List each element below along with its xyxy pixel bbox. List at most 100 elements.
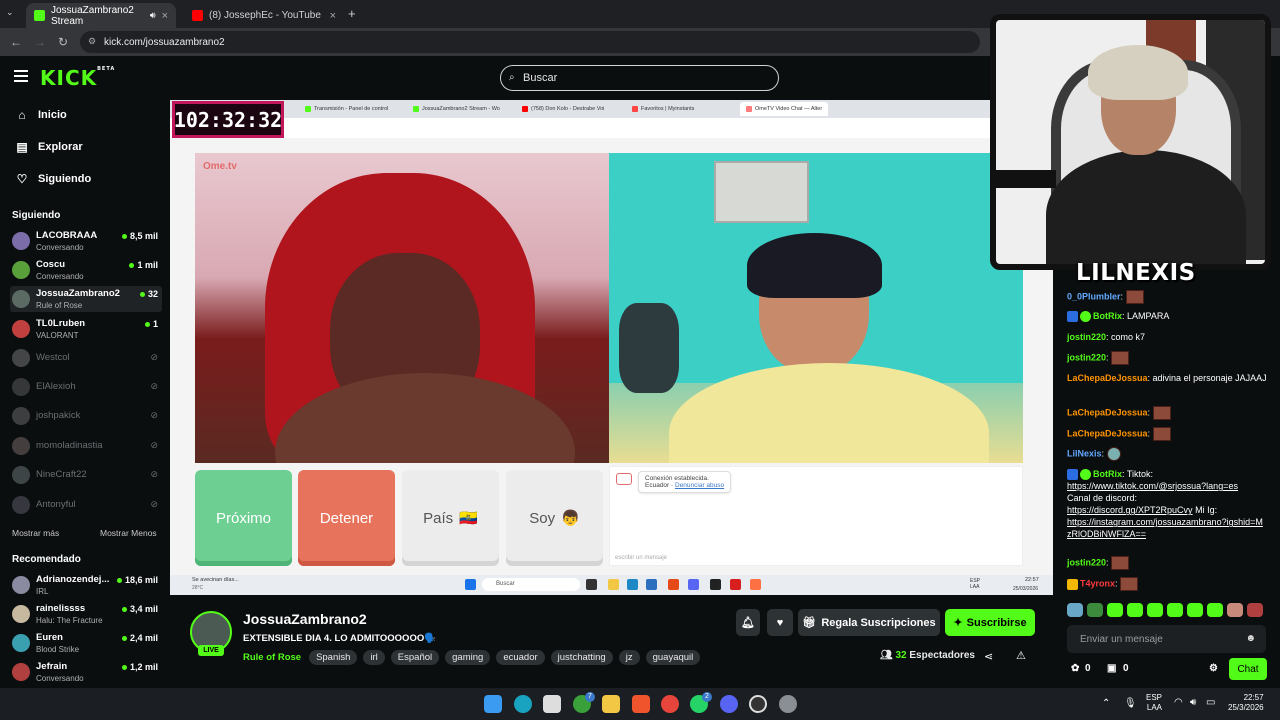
language-indicator[interactable]: ESP LAA xyxy=(1146,693,1162,713)
notifications-button[interactable]: 🔔︎ xyxy=(736,609,760,636)
close-tab-icon[interactable]: × xyxy=(162,10,168,22)
country-button[interactable]: País 🇪🇨 xyxy=(402,470,499,566)
tag-chip[interactable]: Español xyxy=(390,650,440,665)
sidebar-channel-offline[interactable]: momoladinastia ⊘ xyxy=(10,433,162,459)
tag-chip[interactable]: irl xyxy=(363,650,385,665)
emote-icon[interactable] xyxy=(1187,603,1203,617)
chrome-icon[interactable] xyxy=(661,695,679,713)
sidebar-channel-offline[interactable]: ElAlexioh ⊘ xyxy=(10,374,162,400)
emote-icon[interactable] xyxy=(1207,603,1223,617)
discord-link[interactable]: https://discord.gg/XPT2RpuCvy xyxy=(1067,505,1193,515)
new-tab-button[interactable]: + xyxy=(348,6,356,21)
nav-home[interactable]: ⌂ Inicio xyxy=(16,108,66,122)
kick-logo[interactable]: KICKBETA xyxy=(40,66,115,90)
sidebar-channel[interactable]: TL0Lruben VALORANT 1 xyxy=(10,316,162,342)
emote-icon[interactable] xyxy=(1247,603,1263,617)
close-tab-icon[interactable]: × xyxy=(330,10,336,22)
brave-icon[interactable] xyxy=(632,695,650,713)
chat-username[interactable]: LaChepaDeJossua xyxy=(1067,373,1148,383)
emote-icon[interactable] xyxy=(1087,603,1103,617)
clock[interactable]: 22:57 25/3/2026 xyxy=(1228,693,1264,713)
address-bar[interactable]: ⚙ kick.com/jossuazambrano2 xyxy=(80,31,980,53)
emote-icon[interactable] xyxy=(1147,603,1163,617)
forward-icon[interactable]: → xyxy=(34,35,46,49)
instagram-link[interactable]: https://instagram.com/jossuazambrano?igs… xyxy=(1067,517,1263,539)
reload-icon[interactable]: ↻ xyxy=(58,35,68,49)
chat-username[interactable]: T4yronx xyxy=(1080,578,1115,588)
nav-explore[interactable]: ▤ Explorar xyxy=(16,140,82,154)
share-icon[interactable]: ⋖ xyxy=(984,650,993,663)
stream-player[interactable]: Transmisión - Panel de control JossuaZam… xyxy=(170,100,1053,595)
store-icon[interactable] xyxy=(543,695,561,713)
emote-icon[interactable] xyxy=(1107,603,1123,617)
chat-username[interactable]: BotRix xyxy=(1093,469,1122,479)
sidebar-channel-offline[interactable]: joshpakick ⊘ xyxy=(10,403,162,429)
chat-input[interactable]: Enviar un mensaje ☻ xyxy=(1067,625,1266,653)
browser-tab-youtube[interactable]: (8) JossephEc - YouTube × xyxy=(184,3,344,28)
nav-following[interactable]: ♡ Siguiendo xyxy=(16,172,92,186)
ometv-message-input[interactable]: escribir un mensaje xyxy=(615,555,667,561)
file-explorer-icon[interactable] xyxy=(602,695,620,713)
edge-icon[interactable] xyxy=(514,695,532,713)
back-icon[interactable]: ← xyxy=(10,35,22,49)
chat-username[interactable]: LaChepaDeJossua xyxy=(1067,407,1148,417)
chat-username[interactable]: jostin220 xyxy=(1067,557,1106,567)
kicks-icon[interactable]: ✿ xyxy=(1071,663,1079,674)
stop-button[interactable]: Detener xyxy=(298,470,395,566)
report-abuse-link[interactable]: Denunciar abuso xyxy=(675,482,724,489)
send-chat-button[interactable]: Chat xyxy=(1229,658,1267,680)
subscribe-button[interactable]: ✦ Suscribirse xyxy=(945,609,1035,636)
emoji-picker-icon[interactable]: ☻ xyxy=(1245,633,1256,644)
tab-list-menu-icon[interactable]: ⌄ xyxy=(6,7,14,18)
emote-icon[interactable] xyxy=(1067,603,1083,617)
gift-subs-button[interactable]: 🎁︎ Regala Suscripciones xyxy=(798,609,940,636)
browser-tab-kick[interactable]: JossuaZambrano2 Stream 🔊︎ × xyxy=(26,3,176,28)
chat-username[interactable]: jostin220 xyxy=(1067,332,1106,342)
chat-settings-icon[interactable]: ⚙ xyxy=(1209,663,1218,674)
obs-icon[interactable] xyxy=(749,695,767,713)
tray-chevron-icon[interactable]: ⌃ xyxy=(1102,698,1110,709)
chat-username[interactable]: jostin220 xyxy=(1067,352,1106,362)
show-less-button[interactable]: Mostrar Menos xyxy=(100,528,157,538)
tag-chip[interactable]: guayaquil xyxy=(645,650,701,665)
emote-icon[interactable] xyxy=(1127,603,1143,617)
wifi-icon[interactable]: ◠ xyxy=(1174,697,1183,708)
sidebar-channel[interactable]: Coscu Conversando 1 mil xyxy=(10,257,162,283)
mic-icon[interactable]: 🎙︎ xyxy=(1124,698,1137,709)
show-more-button[interactable]: Mostrar más xyxy=(12,528,59,538)
sidebar-channel[interactable]: Euren Blood Strike 2,4 mil xyxy=(10,630,162,656)
sidebar-channel-offline[interactable]: NineCraft22 ⊘ xyxy=(10,462,162,488)
next-button[interactable]: Próximo xyxy=(195,470,292,566)
tag-chip[interactable]: Spanish xyxy=(309,650,358,665)
sidebar-channel[interactable]: rainelissss Halu: The Fracture 3,4 mil xyxy=(10,601,162,627)
search-input[interactable]: ⌕ Buscar xyxy=(500,65,779,91)
windows-start-icon[interactable] xyxy=(484,695,502,713)
category-link[interactable]: Rule of Rose xyxy=(243,652,301,663)
tiktok-link[interactable]: https://www.tiktok.com/@srjossua?lang=es xyxy=(1067,481,1238,491)
chat-username[interactable]: LaChepaDeJossua xyxy=(1067,428,1148,438)
tag-chip[interactable]: ecuador xyxy=(496,650,545,665)
tag-chip[interactable]: gaming xyxy=(445,650,491,665)
volume-icon[interactable]: 🔊︎ xyxy=(1190,697,1196,708)
settings-icon[interactable] xyxy=(779,695,797,713)
menu-icon[interactable] xyxy=(14,70,28,85)
chat-username[interactable]: LilNexis xyxy=(1067,448,1102,458)
chat-username[interactable]: BotRix xyxy=(1093,311,1122,321)
gender-button[interactable]: Soy 👦 xyxy=(506,470,603,566)
sidebar-channel-offline[interactable]: Antonyful ⊘ xyxy=(10,492,162,518)
site-info-icon[interactable]: ⚙ xyxy=(88,36,96,47)
emote-icon[interactable] xyxy=(1167,603,1183,617)
points-icon[interactable]: ▣ xyxy=(1107,663,1116,674)
tag-chip[interactable]: justchatting xyxy=(550,650,613,665)
emote-icon[interactable] xyxy=(1227,603,1243,617)
battery-icon[interactable]: ▭ xyxy=(1206,697,1215,708)
sidebar-channel[interactable]: Adrianozendej... IRL 18,6 mil xyxy=(10,572,162,598)
discord-icon[interactable] xyxy=(720,695,738,713)
sidebar-channel-selected[interactable]: JossuaZambrano2 Rule of Rose 32 xyxy=(10,286,162,312)
chat-username[interactable]: 0_0Plumbler xyxy=(1067,291,1121,301)
sidebar-channel[interactable]: Jefrain Conversando 1,2 mil xyxy=(10,659,162,685)
tag-chip[interactable]: jz xyxy=(618,650,640,665)
sidebar-channel-offline[interactable]: Westcol ⊘ xyxy=(10,345,162,371)
report-icon[interactable]: ⚠ xyxy=(1016,649,1026,662)
follow-button[interactable]: ♥ xyxy=(767,609,793,636)
